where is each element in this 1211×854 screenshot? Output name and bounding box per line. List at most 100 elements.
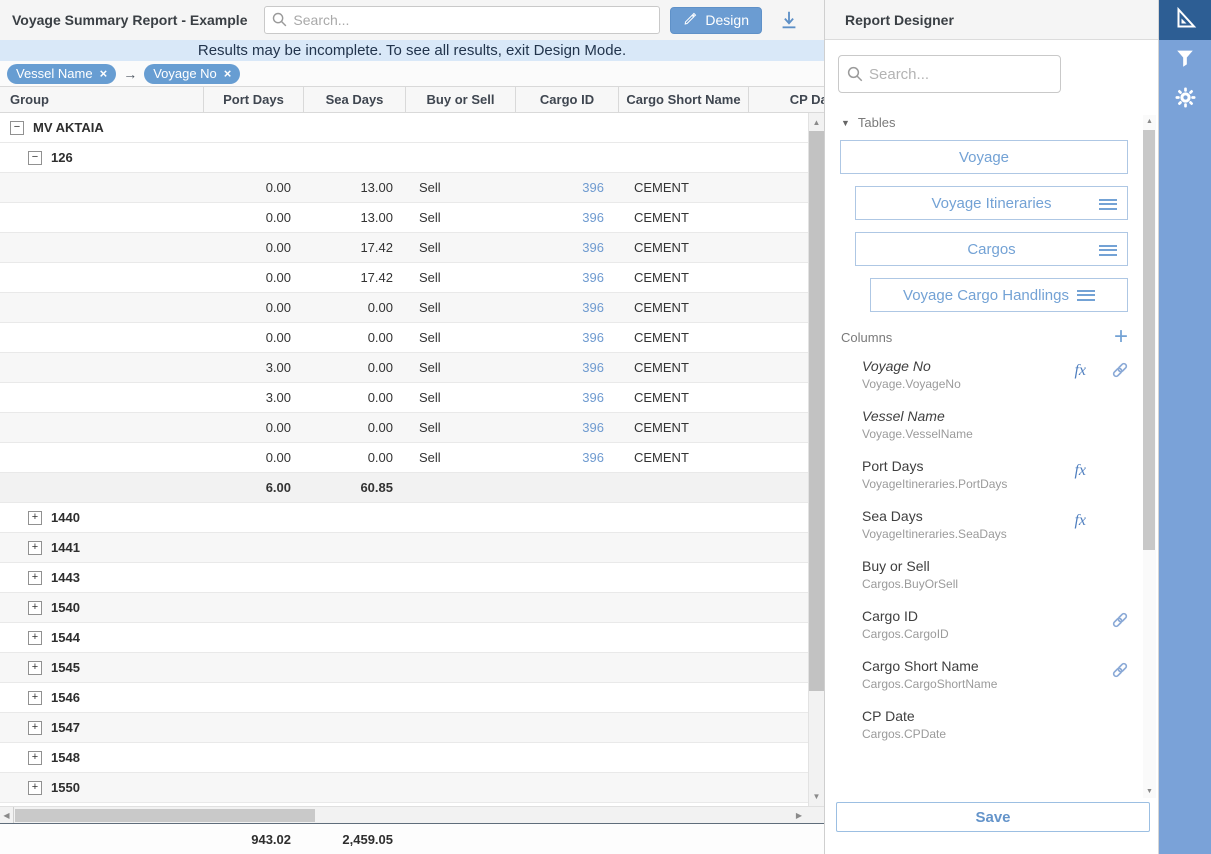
- vertical-scrollbar-thumb[interactable]: [809, 131, 824, 691]
- column-header-buy-or-sell[interactable]: Buy or Sell: [405, 87, 515, 112]
- column-item-port-days[interactable]: Port DaysVoyageItineraries.PortDaysfx: [862, 458, 1158, 491]
- group-row[interactable]: +1547: [0, 713, 808, 743]
- table-box-voyage[interactable]: Voyage: [840, 140, 1128, 174]
- scroll-left-icon[interactable]: ◀: [0, 807, 14, 823]
- group-row[interactable]: +1540: [0, 593, 808, 623]
- group-cell: [0, 353, 203, 382]
- remove-chip-icon[interactable]: ×: [224, 67, 232, 80]
- column-item-cargo-id[interactable]: Cargo IDCargos.CargoID: [862, 608, 1158, 641]
- expression-fx-icon[interactable]: fx: [1074, 462, 1086, 480]
- port-days-subtotal: 6.00: [203, 473, 303, 502]
- group-row[interactable]: −126: [0, 143, 808, 173]
- cargo-id-link[interactable]: 396: [582, 330, 604, 345]
- expand-toggle-icon[interactable]: +: [28, 541, 42, 555]
- hyperlink-icon[interactable]: [1110, 660, 1130, 685]
- group-chip-voyage-no[interactable]: Voyage No ×: [144, 64, 240, 84]
- table-box-cargos[interactable]: Cargos: [855, 232, 1128, 266]
- report-designer-panel: Report Designer ▼ Tables VoyageVoyage It…: [825, 0, 1159, 854]
- cargo-id-link[interactable]: 396: [582, 450, 604, 465]
- expand-toggle-icon[interactable]: +: [28, 571, 42, 585]
- collapse-toggle-icon[interactable]: −: [10, 121, 24, 135]
- columns-section-label: Columns: [841, 330, 892, 345]
- collapse-toggle-icon[interactable]: −: [28, 151, 42, 165]
- expand-toggle-icon[interactable]: +: [28, 781, 42, 795]
- group-row[interactable]: −MV AKTAIA: [0, 113, 808, 143]
- column-header-cargo-id[interactable]: Cargo ID: [515, 87, 618, 112]
- sea-days-cell: 0.00: [303, 443, 405, 472]
- cargo-id-cell: 396: [515, 293, 618, 322]
- column-header-group[interactable]: Group: [0, 87, 203, 112]
- column-item-cp-date[interactable]: CP DateCargos.CPDate: [862, 708, 1158, 741]
- group-row[interactable]: +1441: [0, 533, 808, 563]
- group-row[interactable]: +1548: [0, 743, 808, 773]
- designer-scrollbar[interactable]: ▲ ▼: [1143, 115, 1156, 798]
- cargo-id-link[interactable]: 396: [582, 180, 604, 195]
- expand-toggle-icon[interactable]: +: [28, 721, 42, 735]
- rail-tab-designer[interactable]: [1159, 0, 1211, 40]
- group-row[interactable]: +1545: [0, 653, 808, 683]
- group-row[interactable]: +1546: [0, 683, 808, 713]
- group-row[interactable]: +1544: [0, 623, 808, 653]
- column-header-port-days[interactable]: Port Days: [203, 87, 303, 112]
- hyperlink-icon[interactable]: [1110, 610, 1130, 635]
- drag-handle-icon[interactable]: [1077, 287, 1095, 303]
- scroll-up-icon[interactable]: ▲: [1143, 115, 1156, 128]
- group-row[interactable]: +1440: [0, 503, 808, 533]
- expression-fx-icon[interactable]: fx: [1074, 362, 1086, 380]
- cargo-id-link[interactable]: 396: [582, 210, 604, 225]
- column-header-cp-date[interactable]: CP Date: [748, 87, 824, 112]
- column-item-cargo-short-name[interactable]: Cargo Short NameCargos.CargoShortName: [862, 658, 1158, 691]
- scroll-right-icon[interactable]: ▶: [792, 807, 806, 823]
- horizontal-scrollbar[interactable]: ◀ ▶: [0, 806, 824, 823]
- group-cell: [0, 233, 203, 262]
- column-header-cargo-short-name[interactable]: Cargo Short Name: [618, 87, 748, 112]
- column-header-sea-days[interactable]: Sea Days: [303, 87, 405, 112]
- column-item-vessel-name[interactable]: Vessel NameVoyage.VesselName: [862, 408, 1158, 441]
- table-box-voyage-itineraries[interactable]: Voyage Itineraries: [855, 186, 1128, 220]
- column-item-buy-or-sell[interactable]: Buy or SellCargos.BuyOrSell: [862, 558, 1158, 591]
- group-row[interactable]: +1550: [0, 773, 808, 803]
- cargo-id-cell: 396: [515, 323, 618, 352]
- expand-toggle-icon[interactable]: +: [28, 691, 42, 705]
- designer-scrollbar-thumb[interactable]: [1143, 130, 1155, 550]
- report-search-input[interactable]: [264, 6, 660, 34]
- cargo-id-link[interactable]: 396: [582, 300, 604, 315]
- table-box-voyage-cargo-handlings[interactable]: Voyage Cargo Handlings: [870, 278, 1128, 312]
- cargo-id-link[interactable]: 396: [582, 420, 604, 435]
- export-download-icon[interactable]: [776, 7, 802, 33]
- drag-handle-icon[interactable]: [1099, 242, 1117, 258]
- rail-tab-filters[interactable]: [1159, 40, 1211, 80]
- expression-fx-icon[interactable]: fx: [1074, 512, 1086, 530]
- scroll-down-icon[interactable]: ▼: [809, 789, 824, 804]
- cargo-id-link[interactable]: 396: [582, 360, 604, 375]
- expand-toggle-icon[interactable]: +: [28, 751, 42, 765]
- save-button[interactable]: Save: [836, 802, 1150, 832]
- tables-section-toggle[interactable]: ▼ Tables: [841, 115, 896, 130]
- remove-chip-icon[interactable]: ×: [100, 67, 108, 80]
- expand-toggle-icon[interactable]: +: [28, 601, 42, 615]
- cargo-id-link[interactable]: 396: [582, 390, 604, 405]
- horizontal-scrollbar-thumb[interactable]: [15, 809, 315, 822]
- scroll-up-icon[interactable]: ▲: [809, 115, 824, 130]
- rail-tab-settings[interactable]: [1159, 80, 1211, 120]
- design-button[interactable]: Design: [670, 7, 762, 34]
- cargo-id-link[interactable]: 396: [582, 270, 604, 285]
- hyperlink-icon[interactable]: [1110, 360, 1130, 385]
- expand-toggle-icon[interactable]: +: [28, 511, 42, 525]
- design-pointer-icon: [1173, 6, 1197, 35]
- expand-toggle-icon[interactable]: +: [28, 661, 42, 675]
- add-column-icon[interactable]: +: [1114, 328, 1128, 346]
- cargo-id-cell: 396: [515, 383, 618, 412]
- scroll-down-icon[interactable]: ▼: [1143, 785, 1156, 798]
- expand-toggle-icon[interactable]: +: [28, 631, 42, 645]
- drag-handle-icon[interactable]: [1099, 196, 1117, 212]
- group-chip-vessel-name[interactable]: Vessel Name ×: [7, 64, 116, 84]
- cargo-id-cell: 396: [515, 173, 618, 202]
- column-item-voyage-no[interactable]: Voyage NoVoyage.VoyageNofx: [862, 358, 1158, 391]
- cargo-id-link[interactable]: 396: [582, 240, 604, 255]
- vertical-scrollbar[interactable]: ▲ ▼: [808, 113, 824, 806]
- designer-search-input[interactable]: [838, 55, 1061, 93]
- group-row[interactable]: +1443: [0, 563, 808, 593]
- table-row: 0.0017.42Sell396CEMENT: [0, 233, 808, 263]
- column-item-sea-days[interactable]: Sea DaysVoyageItineraries.SeaDaysfx: [862, 508, 1158, 541]
